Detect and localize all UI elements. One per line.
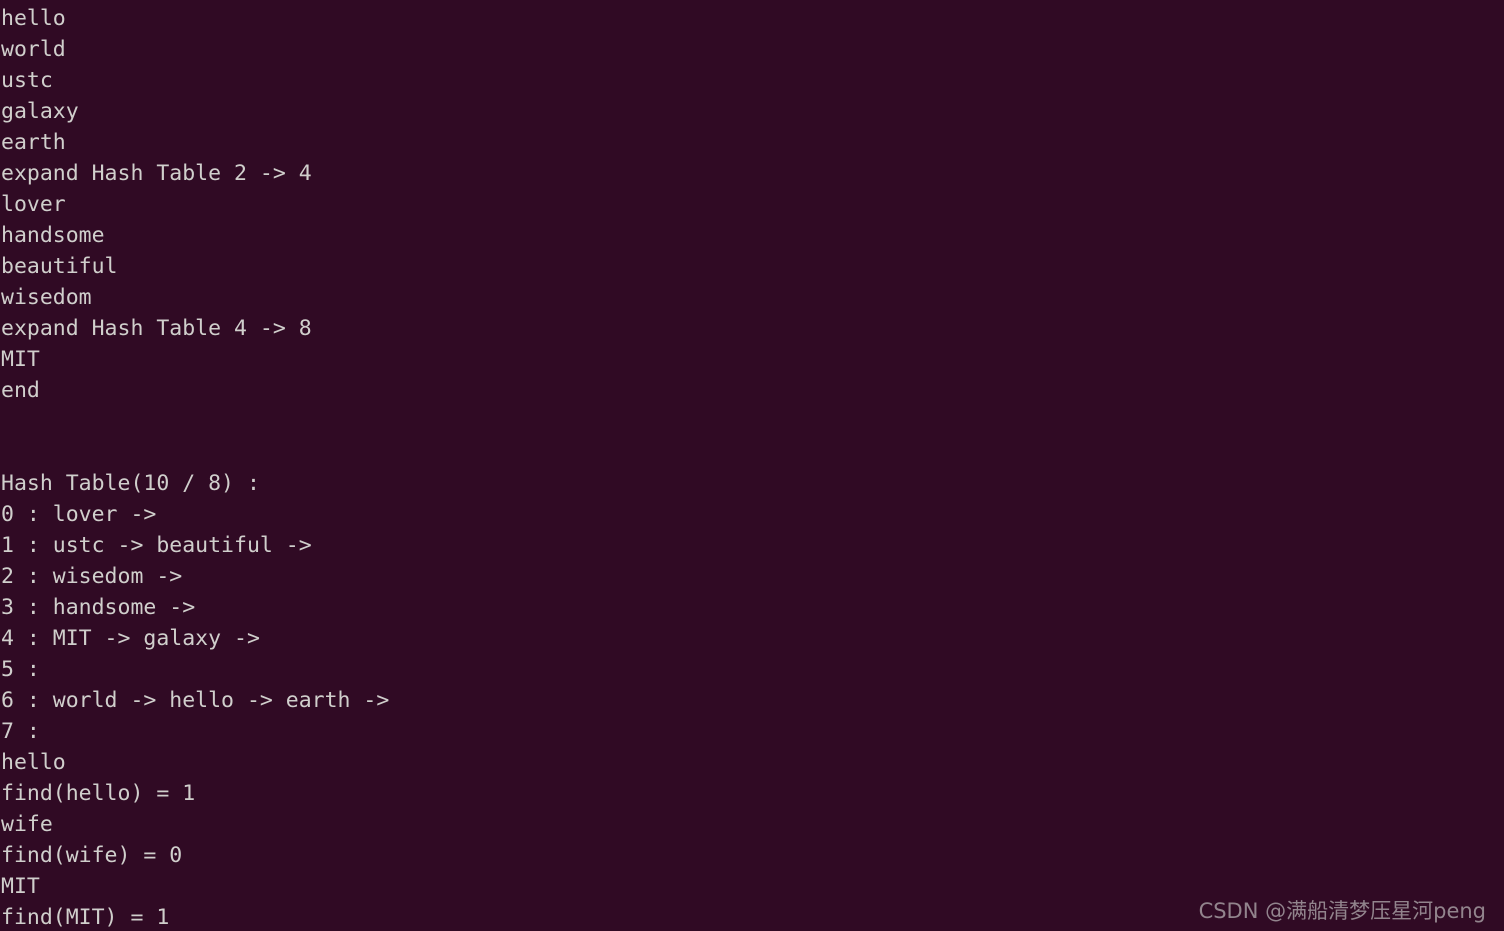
terminal-line: wife: [1, 812, 53, 837]
terminal-line: earth: [1, 130, 66, 155]
csdn-watermark: CSDN @满船清梦压星河peng: [1198, 899, 1486, 923]
terminal-line: 0 : lover ->: [1, 502, 170, 527]
terminal-line: end: [1, 378, 40, 403]
terminal-line: handsome: [1, 223, 105, 248]
terminal-line: find(hello) = 1: [1, 781, 196, 806]
terminal-window[interactable]: peng@peng-virtual-machine:~/Desktop/data…: [0, 0, 1504, 931]
terminal-line: expand Hash Table 4 -> 8: [1, 316, 312, 341]
terminal-line: find(wife) = 0: [1, 843, 183, 868]
terminal-line: galaxy: [1, 99, 79, 124]
terminal-line: 4 : MIT -> galaxy ->: [1, 626, 273, 651]
terminal-line: world: [1, 37, 66, 62]
terminal-line: 3 : handsome ->: [1, 595, 209, 620]
terminal-line: 5 :: [1, 657, 53, 682]
terminal-line: expand Hash Table 2 -> 4: [1, 161, 312, 186]
terminal-line: ustc: [1, 68, 53, 93]
terminal-line: wisedom: [1, 285, 92, 310]
terminal-line: 1 : ustc -> beautiful ->: [1, 533, 325, 558]
terminal-line: 6 : world -> hello -> earth ->: [1, 688, 403, 713]
terminal-line: beautiful: [1, 254, 118, 279]
terminal-line: 2 : wisedom ->: [1, 564, 196, 589]
terminal-line: lover: [1, 192, 66, 217]
terminal-line: hello: [1, 6, 66, 31]
terminal-line: Hash Table(10 / 8) :: [1, 471, 260, 496]
terminal-line: 7 :: [1, 719, 53, 744]
terminal-line: hello: [1, 750, 66, 775]
terminal-output: hello world ustc galaxy earth expand Hash Tab…: [0, 3, 1504, 931]
terminal-line: MIT: [1, 347, 40, 372]
